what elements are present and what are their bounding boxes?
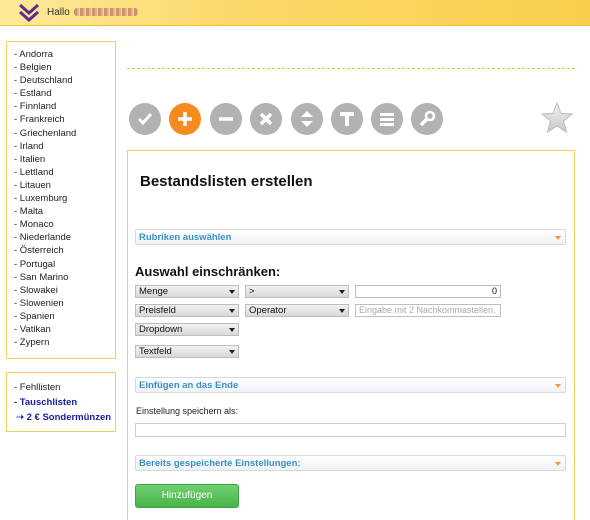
country-item[interactable]: - Vatikan xyxy=(14,323,115,336)
chevron-down-icon xyxy=(339,309,345,313)
filter-field-value: Menge xyxy=(139,286,169,297)
greeting-text: Hallo xyxy=(47,7,138,18)
country-item[interactable]: - Belgien xyxy=(14,61,115,74)
country-item[interactable]: - Österreich xyxy=(14,244,115,257)
chevron-double-down-icon[interactable] xyxy=(17,3,41,23)
chevron-down-icon xyxy=(229,350,235,354)
text-icon[interactable] xyxy=(331,103,363,135)
price-value-input[interactable]: Eingabe mit 2 Nachkommastellen. xyxy=(355,304,501,317)
save-setting-label: Einstellung speichern als: xyxy=(136,406,239,416)
nav-swap-lists[interactable]: - Tauschlisten xyxy=(14,395,115,410)
saved-settings-label: Bereits gespeicherte Einstellungen: xyxy=(139,458,301,469)
saved-settings-dropdown[interactable]: Bereits gespeicherte Einstellungen: xyxy=(135,455,566,471)
chevron-down-icon xyxy=(229,309,235,313)
close-icon[interactable] xyxy=(250,103,282,135)
country-item[interactable]: - Estland xyxy=(14,87,115,100)
list-type-nav: - Fehllisten - Tauschlisten ➝ 2 € Sonder… xyxy=(6,372,116,432)
nav-special-coins[interactable]: ➝ 2 € Sondermünzen xyxy=(14,410,115,425)
country-item[interactable]: - Malta xyxy=(14,205,115,218)
list-icon[interactable] xyxy=(371,103,403,135)
chevron-down-icon xyxy=(339,290,345,294)
country-item[interactable]: - Finnland xyxy=(14,100,115,113)
sort-icon[interactable] xyxy=(291,103,323,135)
country-item[interactable]: - Deutschland xyxy=(14,74,115,87)
country-item[interactable]: - Slowenien xyxy=(14,297,115,310)
price-operator-value: Operator xyxy=(249,305,287,316)
insert-position-label: Einfügen an das Ende xyxy=(139,380,239,391)
country-item[interactable]: - Andorra xyxy=(14,48,115,61)
save-setting-input[interactable] xyxy=(135,423,566,437)
greeting-label: Hallo xyxy=(47,7,70,18)
minus-icon[interactable] xyxy=(210,103,242,135)
chevron-down-icon xyxy=(555,462,561,466)
country-item[interactable]: - Portugal xyxy=(14,258,115,271)
chevron-down-icon xyxy=(229,290,235,294)
chevron-down-icon xyxy=(229,328,235,332)
country-item[interactable]: - Spanien xyxy=(14,310,115,323)
textfield-value: Textfeld xyxy=(139,346,172,357)
divider xyxy=(127,68,575,69)
select-columns-dropdown[interactable]: Rubriken auswählen xyxy=(135,229,566,245)
country-item[interactable]: - Irland xyxy=(14,140,115,153)
price-field-value: Preisfeld xyxy=(139,305,176,316)
chevron-down-icon xyxy=(555,384,561,388)
top-bar: Hallo xyxy=(0,0,590,26)
filter-value-text: 0 xyxy=(491,286,497,296)
price-operator-select[interactable]: Operator xyxy=(245,304,349,317)
star-icon[interactable] xyxy=(540,101,574,135)
filter-value-input[interactable]: 0 xyxy=(355,285,501,298)
country-item[interactable]: - Niederlande xyxy=(14,231,115,244)
check-icon[interactable] xyxy=(129,103,161,135)
price-value-placeholder: Eingabe mit 2 Nachkommastellen. xyxy=(359,305,496,315)
country-item[interactable]: - Luxemburg xyxy=(14,192,115,205)
dropdown-field-select[interactable]: Dropdown xyxy=(135,323,239,336)
add-button[interactable]: Hinzufügen xyxy=(135,484,239,508)
filter-operator-value: > xyxy=(249,286,255,297)
page-title: Bestandslisten erstellen xyxy=(140,173,313,190)
chevron-down-icon xyxy=(555,236,561,240)
country-item[interactable]: - Slowakei xyxy=(14,284,115,297)
username-redacted xyxy=(73,8,138,17)
insert-position-dropdown[interactable]: Einfügen an das Ende xyxy=(135,377,566,393)
country-item[interactable]: - Frankreich xyxy=(14,113,115,126)
country-item[interactable]: - Lettland xyxy=(14,166,115,179)
plus-icon[interactable] xyxy=(169,103,201,135)
country-item[interactable]: - Zypern xyxy=(14,336,115,349)
filter-field-select[interactable]: Menge xyxy=(135,285,239,298)
price-field-select[interactable]: Preisfeld xyxy=(135,304,239,317)
filter-operator-select[interactable]: > xyxy=(245,285,349,298)
select-columns-label: Rubriken auswählen xyxy=(139,232,232,243)
country-item[interactable]: - Italien xyxy=(14,153,115,166)
country-list: - Andorra - Belgien - Deutschland - Estl… xyxy=(6,41,116,359)
textfield-select[interactable]: Textfeld xyxy=(135,345,239,358)
dropdown-field-value: Dropdown xyxy=(139,324,183,335)
wrench-icon[interactable] xyxy=(411,103,443,135)
country-item[interactable]: - Monaco xyxy=(14,218,115,231)
nav-missing-lists[interactable]: - Fehllisten xyxy=(14,380,115,395)
restrict-title: Auswahl einschränken: xyxy=(135,264,281,279)
country-item[interactable]: - Litauen xyxy=(14,179,115,192)
country-item[interactable]: - San Marino xyxy=(14,271,115,284)
country-item[interactable]: - Griechenland xyxy=(14,127,115,140)
